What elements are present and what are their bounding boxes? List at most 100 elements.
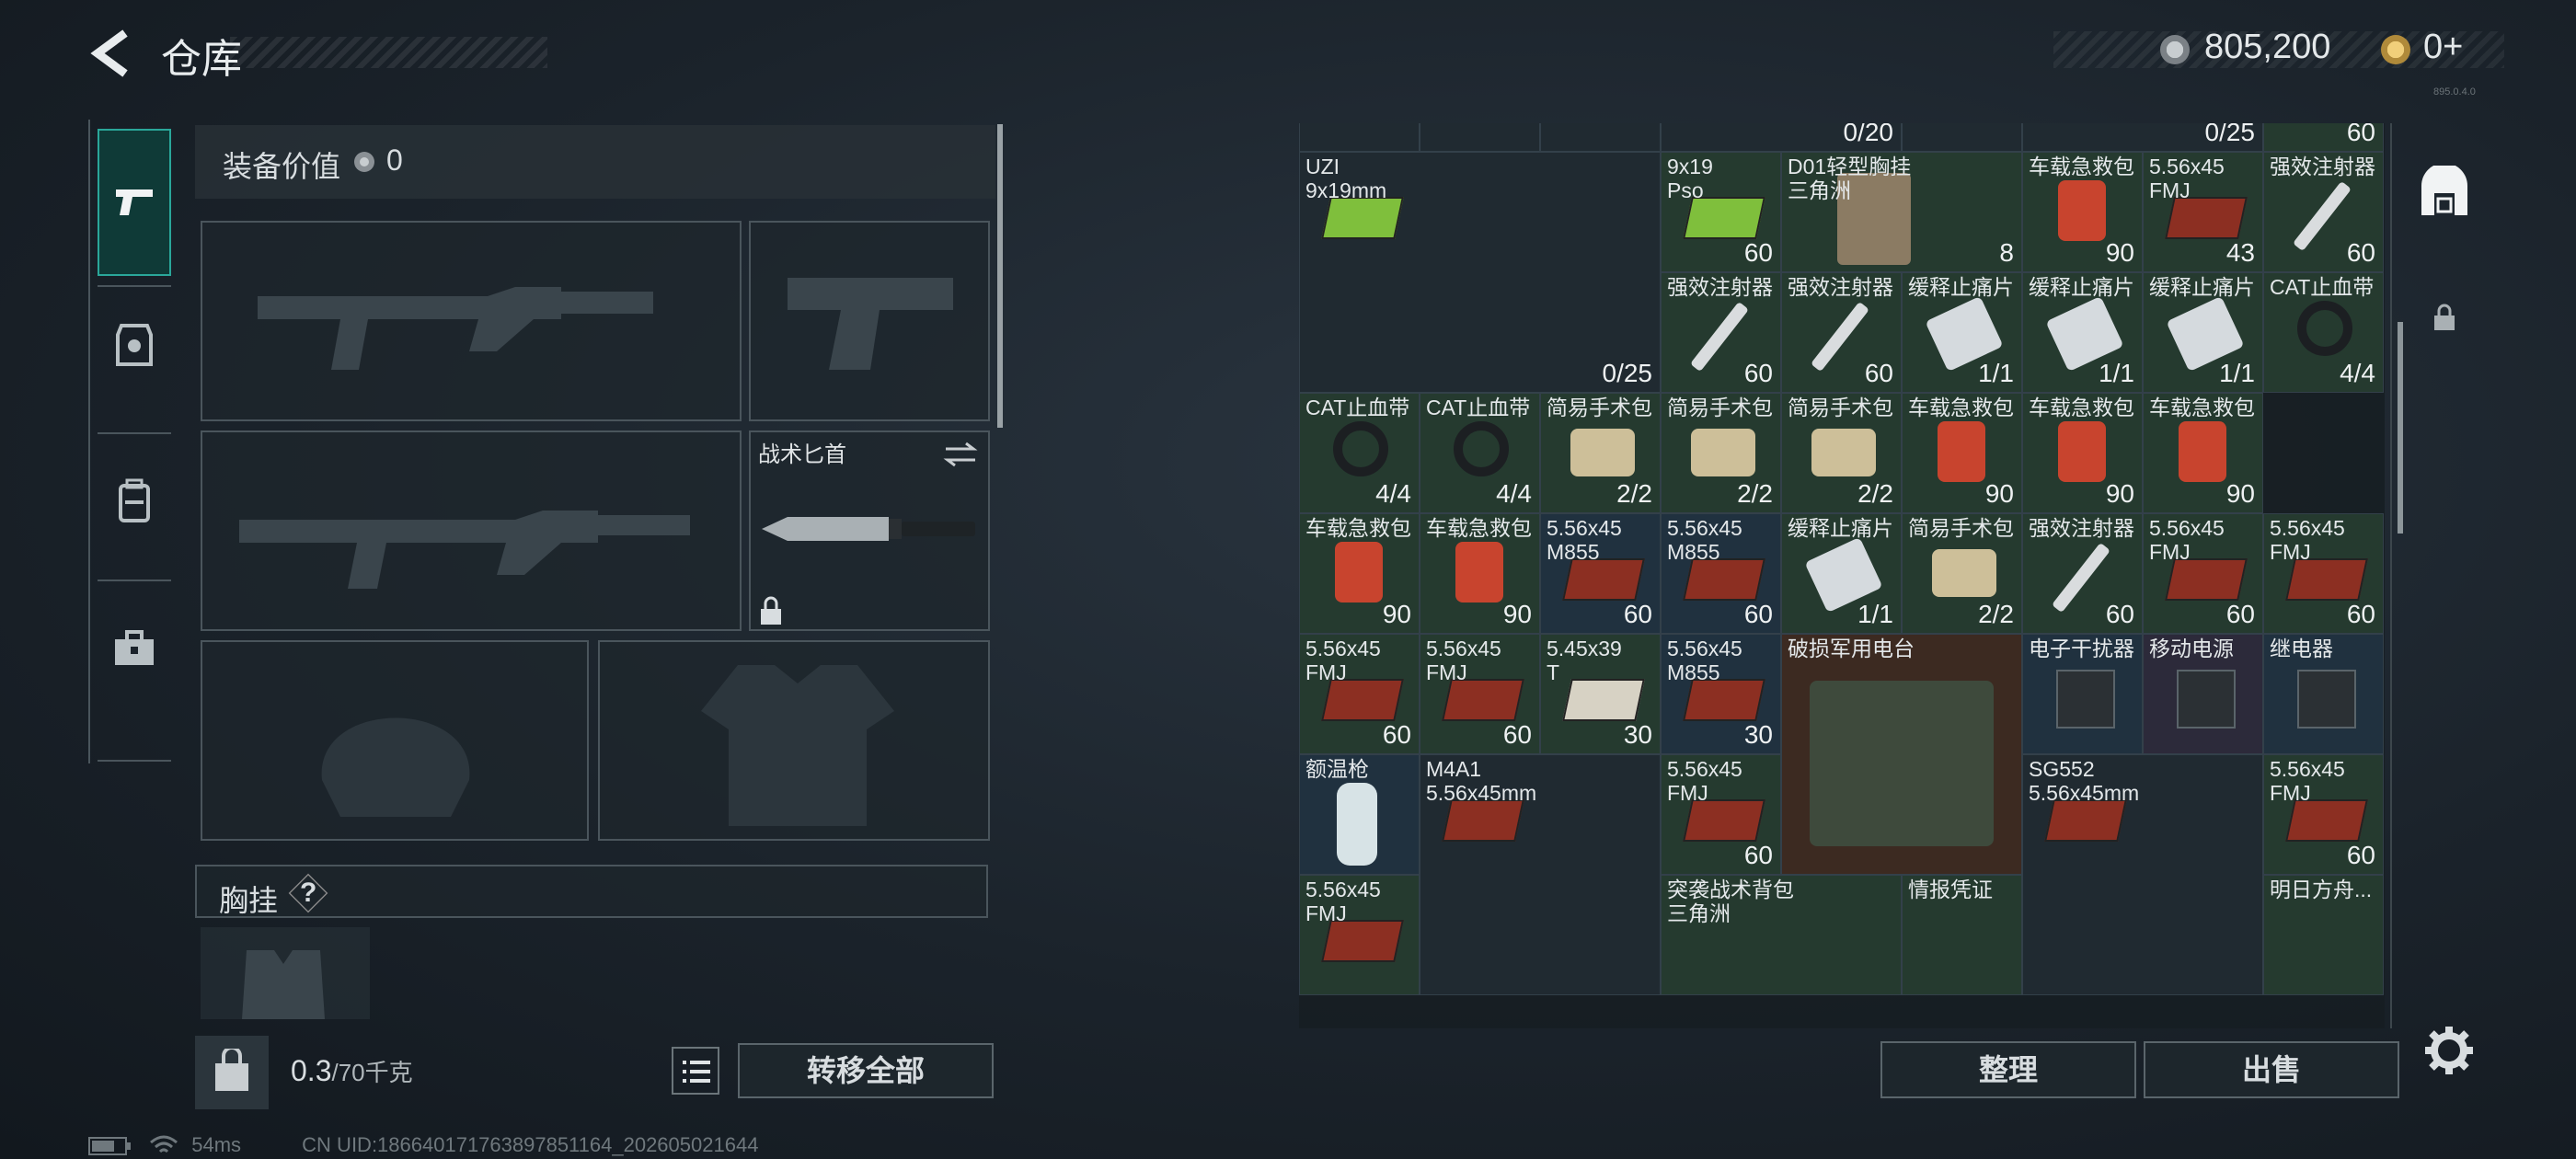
- warehouse-icon[interactable]: [2418, 166, 2471, 219]
- lock-icon[interactable]: [2432, 304, 2456, 331]
- inventory-side-rail: [2390, 123, 2488, 1028]
- item-name: 5.56x45 FMJ: [1426, 637, 1501, 684]
- item-name: 电子干扰器: [2029, 637, 2134, 660]
- weight-bag-button[interactable]: [195, 1036, 269, 1109]
- inventory-item[interactable]: 强效注射器 60: [1781, 272, 1902, 393]
- inventory-item[interactable]: 电子干扰器: [2022, 634, 2143, 754]
- inventory-item[interactable]: 缓释止痛片 1/1: [2143, 272, 2263, 393]
- secondary-weapon-slot[interactable]: [201, 430, 742, 631]
- tab-weapons[interactable]: [98, 129, 171, 276]
- item-quantity: 60: [1743, 600, 1773, 628]
- list-view-button[interactable]: [672, 1047, 719, 1095]
- primary-weapon-slot[interactable]: [201, 221, 742, 421]
- inventory-item[interactable]: 5.56x45 M855 60: [1540, 513, 1661, 634]
- inventory-item[interactable]: 5.45x39 T 30: [1540, 634, 1661, 754]
- item-quantity: 90: [1984, 479, 2014, 508]
- inventory-item[interactable]: 5.56x45 FMJ 60: [2263, 754, 2384, 875]
- inventory-item[interactable]: CAT止血带 4/4: [1299, 393, 1420, 513]
- help-icon[interactable]: ?: [300, 878, 316, 909]
- item-name: 强效注射器: [1788, 275, 1893, 299]
- inventory-item[interactable]: 5.56x45 FMJ: [1299, 875, 1420, 995]
- inventory-item[interactable]: CAT止血带 4/4: [2263, 272, 2384, 393]
- inventory-item[interactable]: [1299, 123, 1420, 152]
- inventory-item[interactable]: 简易手术包 2/2: [1661, 393, 1781, 513]
- item-name: SG552 5.56x45mm: [2029, 757, 2140, 805]
- inventory-item[interactable]: SG552 5.56x45mm: [2022, 754, 2263, 995]
- inventory-item[interactable]: 缓释止痛片 1/1: [1902, 272, 2022, 393]
- inventory-item[interactable]: 5.56x45 M855 30: [1661, 634, 1781, 754]
- inventory-item[interactable]: 5.56x45 FMJ 60: [1299, 634, 1420, 754]
- inventory-item[interactable]: 0/20: [1661, 123, 1902, 152]
- inventory-item[interactable]: 强效注射器 60: [2263, 152, 2384, 272]
- item-name: 5.56x45 FMJ: [1667, 757, 1742, 805]
- inventory-item[interactable]: 5.56x45 FMJ 43: [2143, 152, 2263, 272]
- inventory-item[interactable]: 破损军用电台: [1781, 634, 2022, 875]
- inventory-item[interactable]: 5.56x45 FMJ 60: [1420, 634, 1540, 754]
- tab-armor[interactable]: [98, 285, 171, 405]
- tab-case[interactable]: [98, 589, 171, 708]
- inventory-item[interactable]: 车载急救包 90: [2022, 393, 2143, 513]
- item-name: 强效注射器: [2029, 516, 2134, 540]
- sort-button[interactable]: 整理: [1880, 1041, 2136, 1098]
- gear-icon[interactable]: [2421, 1023, 2477, 1078]
- inventory-item[interactable]: CAT止血带 4/4: [1420, 393, 1540, 513]
- inventory-item[interactable]: 9x19 Pso60: [1661, 152, 1781, 272]
- battery-icon: [88, 1137, 131, 1156]
- inventory-item[interactable]: 车载急救包 90: [1299, 513, 1420, 634]
- swap-icon[interactable]: [942, 442, 979, 467]
- inventory-item[interactable]: [1540, 123, 1661, 152]
- inventory-item[interactable]: 车载急救包 90: [1902, 393, 2022, 513]
- inventory-item[interactable]: 明日方舟...: [2263, 875, 2384, 995]
- pistol-slot[interactable]: [749, 221, 990, 421]
- item-quantity: 60: [1743, 359, 1773, 387]
- inventory-item[interactable]: [1902, 123, 2022, 152]
- inventory-item[interactable]: 突袭战术背包 三角洲: [1661, 875, 1902, 995]
- ammo-box-icon: [1683, 197, 1765, 239]
- inventory-item[interactable]: 移动电源: [2143, 634, 2263, 754]
- inventory-item[interactable]: D01轻型胸挂 三角洲 8: [1781, 152, 2022, 272]
- item-quantity: 90: [2225, 479, 2255, 508]
- inventory-item[interactable]: 5.56x45 FMJ 60: [2143, 513, 2263, 634]
- equipment-scrollbar[interactable]: [997, 124, 1003, 428]
- inventory-item[interactable]: 5.56x45 FMJ 60: [2263, 513, 2384, 634]
- helmet-slot[interactable]: [201, 640, 589, 841]
- inventory-item[interactable]: 缓释止痛片 1/1: [2022, 272, 2143, 393]
- inventory-item[interactable]: M4A1 5.56x45mm: [1420, 754, 1661, 995]
- inventory-item[interactable]: 额温枪: [1299, 754, 1420, 875]
- transfer-all-button[interactable]: 转移全部: [738, 1043, 994, 1098]
- item-name: 强效注射器: [2270, 155, 2375, 178]
- inventory-item[interactable]: 车载急救包 90: [1420, 513, 1540, 634]
- inventory-item[interactable]: 车载急救包 90: [2143, 393, 2263, 513]
- inventory-scrollbar[interactable]: [2398, 322, 2403, 534]
- armor-silhouette-icon: [701, 665, 894, 826]
- inventory-item[interactable]: UZI 9x19mm 0/25: [1299, 152, 1661, 393]
- inventory-item[interactable]: 5.56x45 M855 60: [1661, 513, 1781, 634]
- sell-button[interactable]: 出售: [2144, 1041, 2399, 1098]
- body-armor-slot[interactable]: [598, 640, 990, 841]
- inventory-item[interactable]: 0/25: [2022, 123, 2263, 152]
- inventory-item[interactable]: 情报凭证: [1902, 875, 2022, 995]
- inventory-item[interactable]: 强效注射器 60: [2022, 513, 2143, 634]
- inventory-item[interactable]: 简易手术包 2/2: [1540, 393, 1661, 513]
- tab-backpack[interactable]: [98, 442, 171, 561]
- item-quantity: 2/2: [1737, 479, 1773, 508]
- inventory-grid: 0/200/259x19 Pso60UZI 9x19mm0/259x19 Pso…: [1299, 123, 2385, 1028]
- inventory-item[interactable]: 9x19 Pso60: [2263, 123, 2384, 152]
- item-name: 简易手术包: [1788, 396, 1893, 419]
- knife-slot[interactable]: 战术匕首: [749, 430, 990, 631]
- inventory-item[interactable]: 5.56x45 FMJ 60: [1661, 754, 1781, 875]
- item-name: 破损军用电台: [1788, 637, 1915, 660]
- token-amount[interactable]: 0+: [2423, 28, 2463, 67]
- chest-rig-slot[interactable]: [201, 927, 370, 1019]
- inventory-item[interactable]: 简易手术包 2/2: [1902, 513, 2022, 634]
- inventory-item[interactable]: 车载急救包 90: [2022, 152, 2143, 272]
- inventory-item[interactable]: 缓释止痛片 1/1: [1781, 513, 1902, 634]
- inventory-item[interactable]: 简易手术包 2/2: [1781, 393, 1902, 513]
- back-arrow-icon[interactable]: [88, 28, 134, 79]
- item-quantity: 90: [1382, 600, 1411, 628]
- item-quantity: 2/2: [1616, 479, 1652, 508]
- inventory-item[interactable]: [1420, 123, 1540, 152]
- inventory-item[interactable]: 强效注射器 60: [1661, 272, 1781, 393]
- inventory-item[interactable]: 继电器: [2263, 634, 2384, 754]
- item-quantity: 30: [1743, 720, 1773, 749]
